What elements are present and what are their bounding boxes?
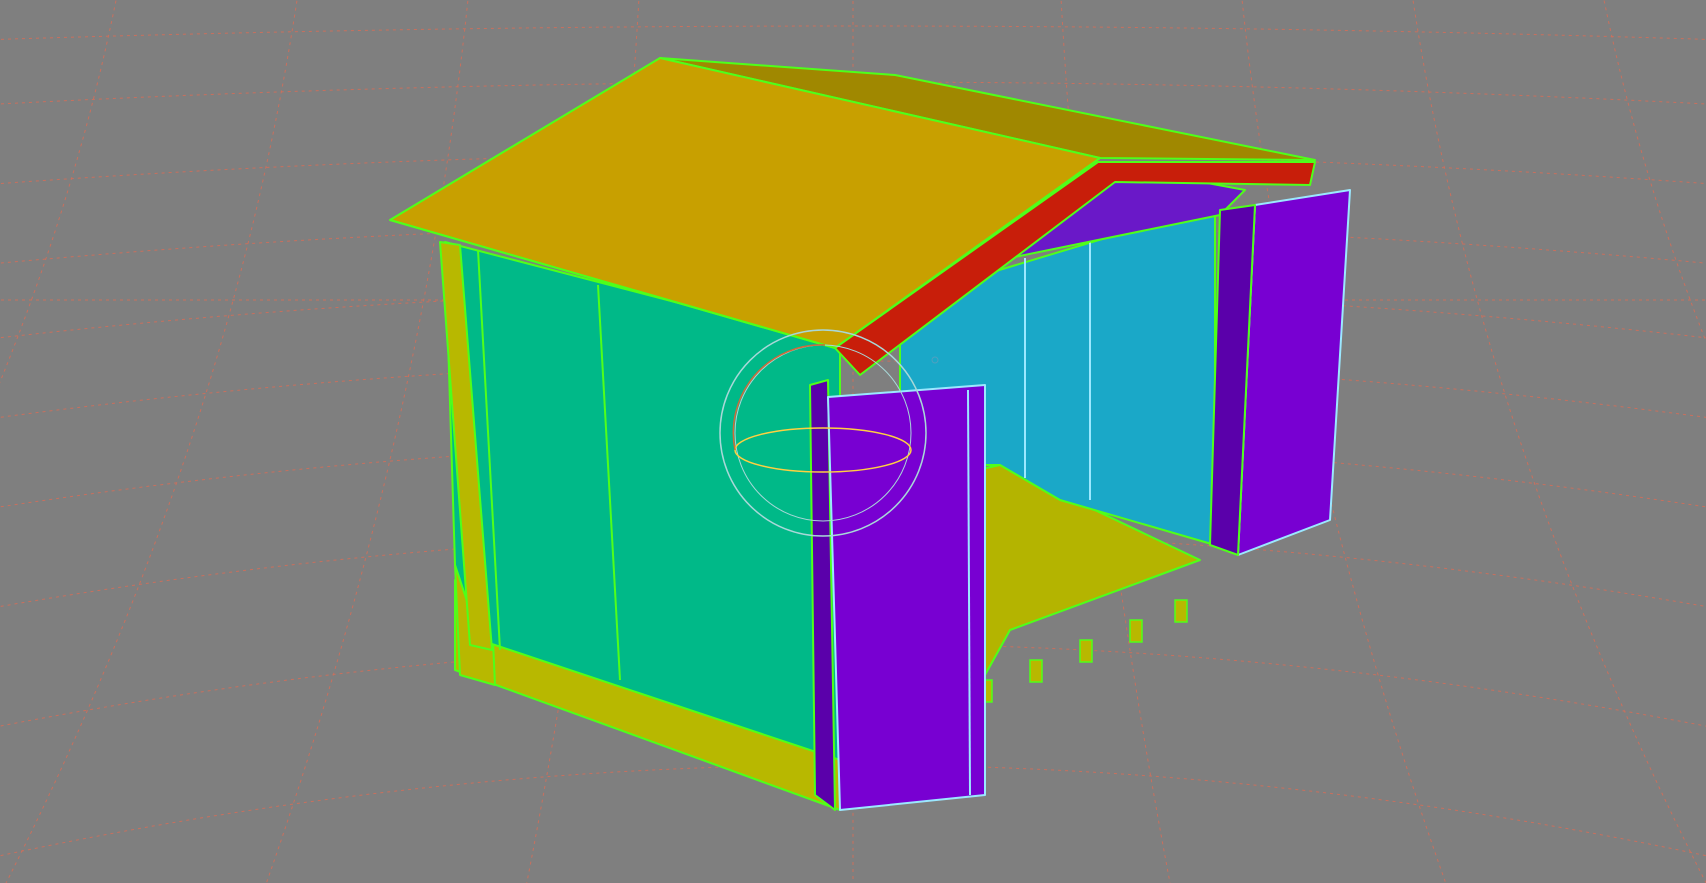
grid-line — [1603, 0, 1706, 343]
left-door[interactable] — [827, 384, 986, 811]
grid-line — [265, 0, 469, 883]
floor-joist — [1174, 599, 1188, 623]
grid-line — [0, 0, 117, 384]
grid-line — [5, 0, 298, 883]
floor-joist — [1029, 659, 1043, 683]
right-door[interactable] — [1237, 189, 1351, 556]
3d-viewport[interactable] — [0, 0, 1706, 883]
floor-joist — [1079, 639, 1093, 663]
viewport-scene[interactable] — [0, 0, 1706, 883]
shed-model[interactable] — [389, 57, 1351, 811]
grid-line — [1412, 0, 1706, 883]
floor-joist — [1129, 619, 1143, 643]
